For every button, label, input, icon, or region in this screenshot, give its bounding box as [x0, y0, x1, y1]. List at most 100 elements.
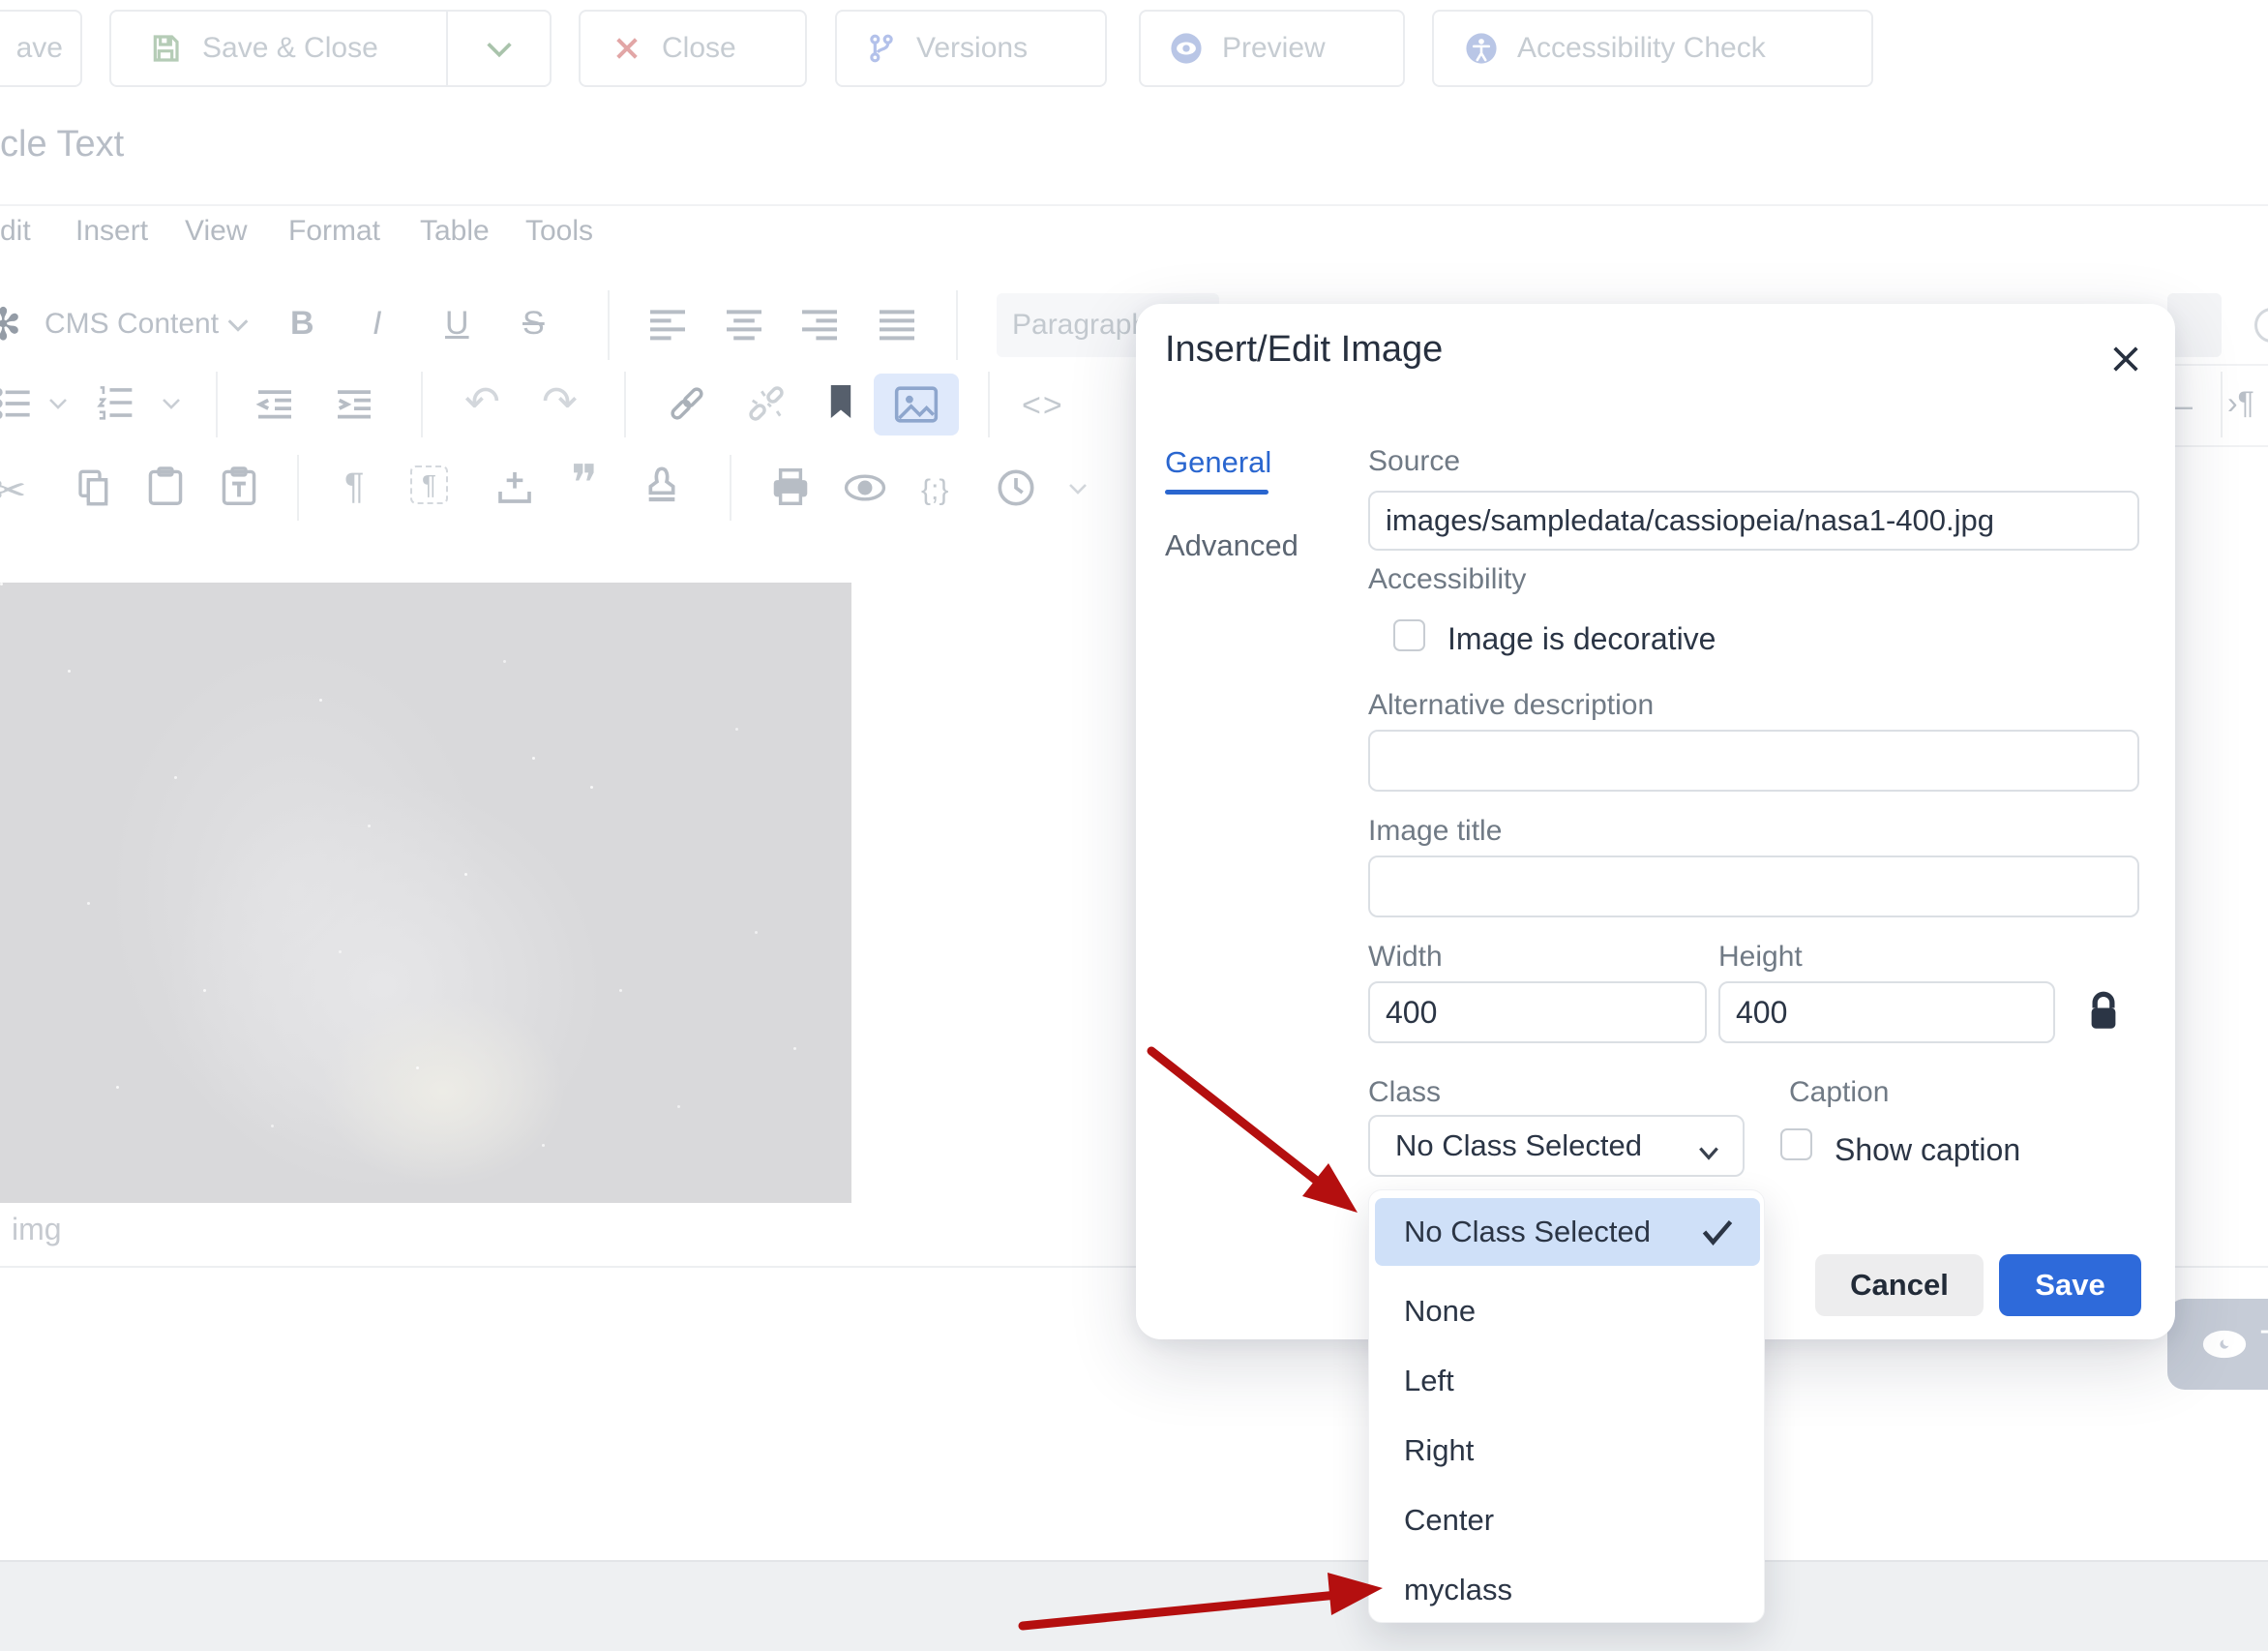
underline-button[interactable]: U	[445, 305, 469, 343]
menu-edit[interactable]: dit	[0, 215, 31, 248]
show-invisible-characters-icon[interactable]: ¶	[344, 466, 364, 508]
save-and-close-label: Save & Close	[202, 32, 378, 65]
copy-icon[interactable]	[75, 468, 114, 512]
align-left-icon[interactable]	[646, 307, 689, 346]
align-right-icon[interactable]	[798, 307, 841, 346]
height-input[interactable]	[1718, 981, 2055, 1043]
bold-button[interactable]: B	[290, 305, 314, 343]
preview-eye-icon[interactable]	[844, 472, 886, 508]
chevron-down-icon[interactable]	[224, 315, 252, 340]
alternative-description-input[interactable]	[1368, 730, 2139, 792]
source-label: Source	[1368, 445, 1460, 478]
article-content-image[interactable]	[0, 583, 851, 1203]
menu-table[interactable]: Table	[420, 215, 490, 248]
help-icon[interactable]	[2254, 308, 2268, 343]
tab-advanced[interactable]: Advanced	[1165, 528, 1298, 563]
width-input[interactable]	[1368, 981, 1707, 1043]
tab-general[interactable]: General	[1165, 445, 1271, 480]
header-divider	[0, 204, 2268, 206]
preview-button[interactable]: Preview	[1139, 10, 1405, 87]
dropdown-option-right[interactable]: Right	[1375, 1417, 1760, 1485]
pilcrow-glyph: ¶	[422, 469, 436, 499]
show-blocks-icon[interactable]: ¶	[410, 465, 448, 504]
insert-datetime-clock-icon[interactable]	[997, 468, 1035, 512]
toolbar-divider	[956, 290, 958, 360]
save-button[interactable]: ave	[0, 10, 82, 87]
show-caption-checkbox[interactable]	[1780, 1128, 1812, 1160]
paragraph-style-label: Paragraph	[1012, 309, 1148, 342]
source-input[interactable]	[1368, 491, 2139, 551]
stamp-template-icon[interactable]	[642, 465, 681, 510]
menu-tools[interactable]: Tools	[525, 215, 593, 248]
insert-readmore-icon[interactable]	[495, 468, 534, 510]
align-center-icon[interactable]	[723, 307, 765, 346]
dropdown-option-none[interactable]: None	[1375, 1277, 1760, 1345]
element-path[interactable]: img	[12, 1212, 62, 1247]
paste-as-text-icon[interactable]	[221, 466, 257, 512]
unlink-icon[interactable]	[745, 385, 788, 427]
undo-icon[interactable]: ↶	[464, 377, 500, 427]
toggle-preview-button[interactable]: T	[2167, 1299, 2268, 1390]
cms-content-button[interactable]: CMS Content	[45, 308, 219, 341]
chevron-down-icon[interactable]	[46, 395, 70, 417]
height-label: Height	[1718, 941, 1803, 974]
dropdown-option-no-class-selected[interactable]: No Class Selected	[1375, 1198, 1760, 1266]
image-is-decorative-checkbox[interactable]	[1393, 619, 1425, 651]
bullet-list-icon[interactable]	[0, 387, 33, 425]
save-and-close-button[interactable]: Save & Close	[109, 10, 552, 87]
alternative-description-label: Alternative description	[1368, 689, 1654, 722]
save-button-dialog[interactable]: Save	[1999, 1254, 2141, 1316]
align-justify-icon[interactable]	[876, 307, 918, 346]
toolbar-divider	[624, 372, 626, 437]
constrain-proportions-lock-icon[interactable]	[2086, 989, 2121, 1038]
versions-label: Versions	[916, 32, 1028, 65]
menu-insert[interactable]: Insert	[75, 215, 148, 248]
joomla-logo-icon: ✻	[0, 298, 22, 350]
numbered-list-icon[interactable]	[97, 385, 135, 425]
dropdown-option-center[interactable]: Center	[1375, 1486, 1760, 1554]
print-icon[interactable]	[770, 468, 811, 510]
versions-button[interactable]: Versions	[835, 10, 1107, 87]
toolbar-divider	[421, 372, 423, 437]
menu-view[interactable]: View	[185, 215, 247, 248]
close-x-icon	[613, 35, 641, 62]
toolbar-row-divider	[2175, 364, 2268, 366]
toolbar-button-background	[2167, 293, 2222, 357]
bookmark-icon[interactable]	[824, 381, 857, 427]
horizontal-rule-icon[interactable]: –	[2173, 385, 2193, 426]
redo-icon[interactable]: ↷	[542, 377, 578, 427]
cancel-button[interactable]: Cancel	[1815, 1254, 1984, 1316]
dialog-close-icon[interactable]	[2109, 343, 2142, 380]
insert-image-button[interactable]	[874, 374, 959, 435]
blockquote-icon[interactable]: ❞	[571, 455, 598, 513]
accessibility-label: Accessibility	[1368, 563, 1526, 596]
class-select[interactable]: No Class Selected	[1368, 1115, 1745, 1177]
link-icon[interactable]	[666, 385, 708, 427]
cut-scissors-icon[interactable]: ✂	[0, 466, 26, 514]
close-button[interactable]: Close	[579, 10, 807, 87]
paste-icon[interactable]	[147, 466, 184, 512]
active-tab-underline	[1165, 490, 1268, 495]
dropdown-option-left[interactable]: Left	[1375, 1347, 1760, 1415]
chevron-down-icon[interactable]	[1066, 480, 1089, 502]
page-footer-band	[0, 1560, 2268, 1651]
code-sample-icon[interactable]: {;}	[921, 474, 948, 507]
accessibility-check-button[interactable]: Accessibility Check	[1432, 10, 1873, 87]
source-code-icon[interactable]: <>	[1022, 387, 1064, 425]
option-label: myclass	[1404, 1573, 1512, 1607]
versions-icon	[866, 33, 897, 64]
ltr-direction-icon[interactable]: ›¶	[2227, 385, 2254, 421]
indent-icon[interactable]	[333, 387, 375, 425]
strikethrough-button[interactable]: S	[522, 305, 545, 343]
chevron-down-icon[interactable]	[483, 37, 516, 70]
preview-label: Preview	[1222, 32, 1326, 65]
chevron-down-icon[interactable]	[160, 395, 183, 417]
page-title: cle Text	[0, 124, 124, 165]
image-is-decorative-label: Image is decorative	[1447, 621, 1716, 657]
italic-button[interactable]: I	[373, 305, 381, 343]
toggle-button-label: T	[2260, 1324, 2268, 1366]
dropdown-option-myclass[interactable]: myclass	[1375, 1556, 1760, 1624]
outdent-icon[interactable]	[254, 387, 296, 425]
image-title-input[interactable]	[1368, 856, 2139, 917]
menu-format[interactable]: Format	[288, 215, 380, 248]
